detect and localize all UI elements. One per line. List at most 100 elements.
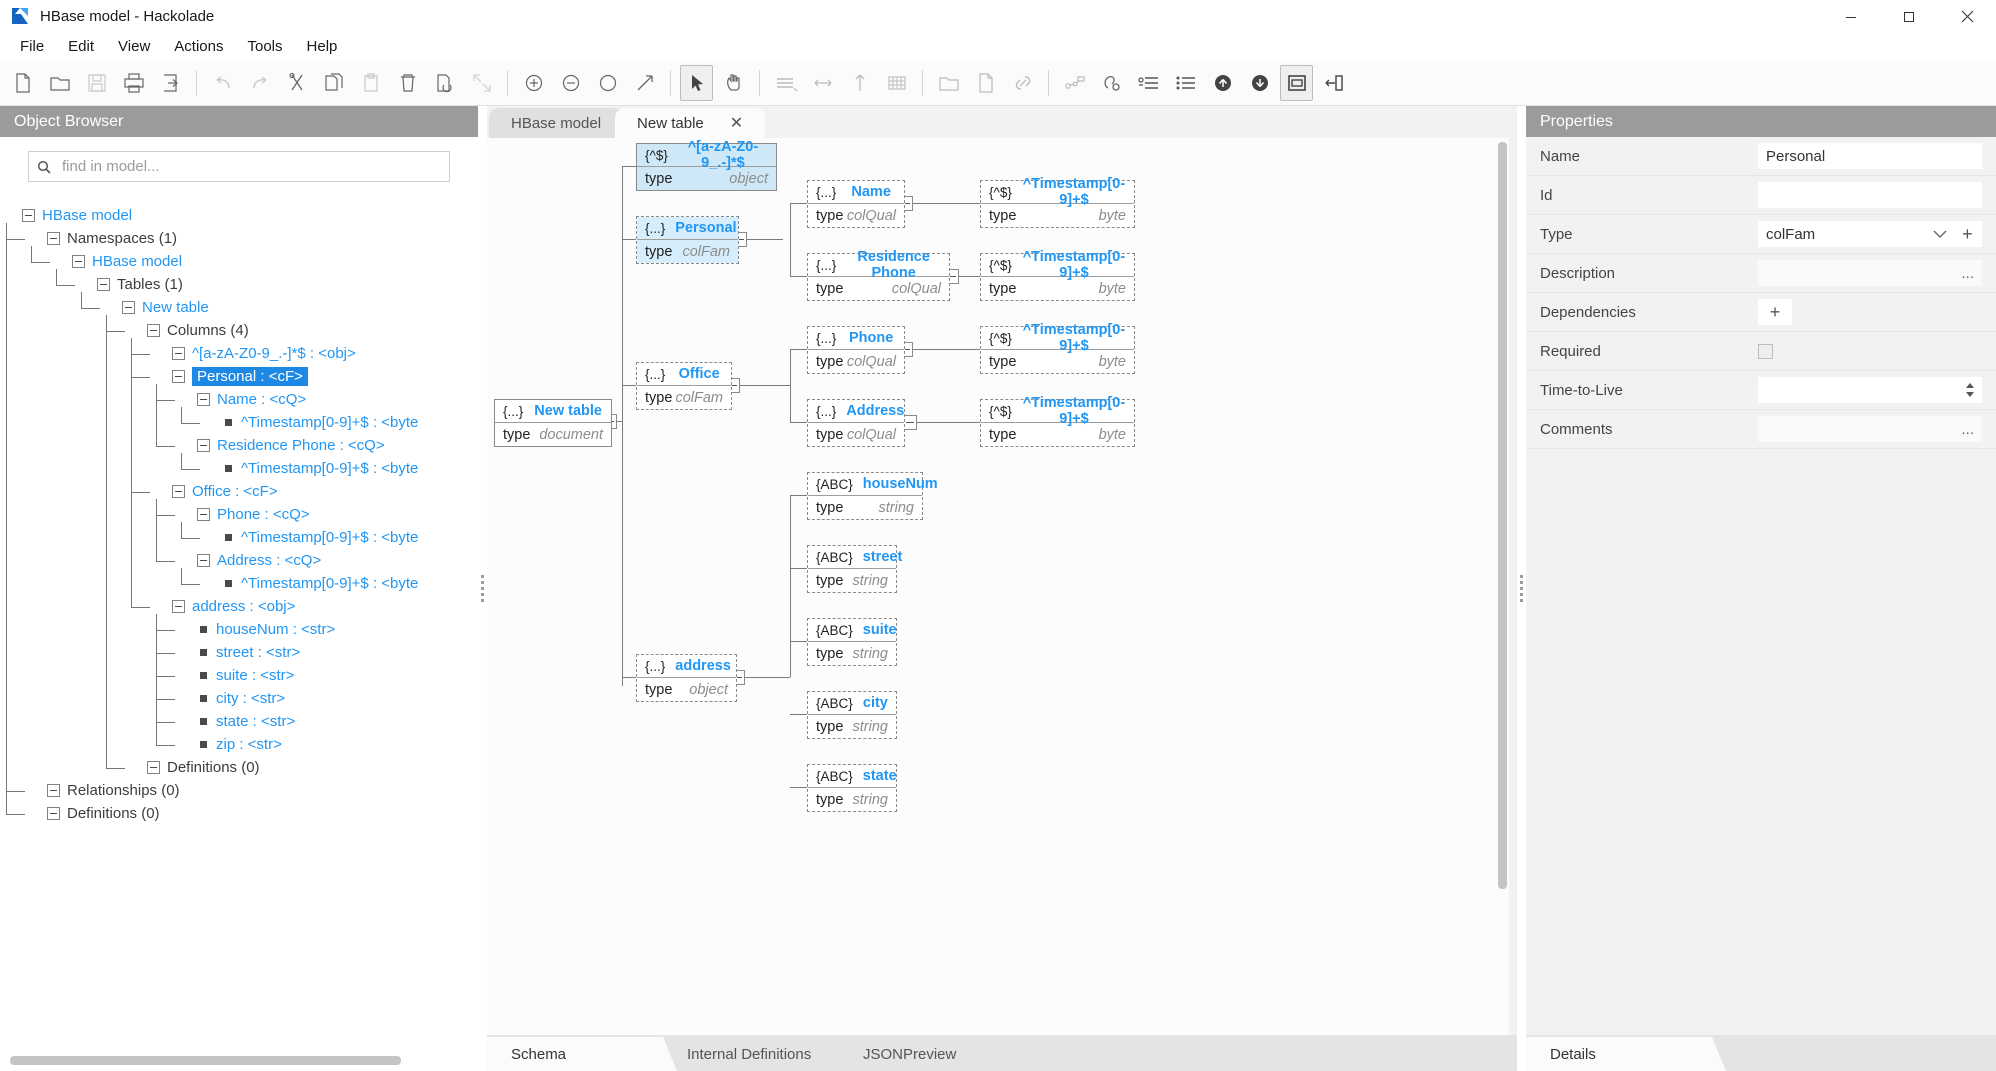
tree-expand-collapse-icon[interactable] bbox=[197, 439, 210, 452]
tree-item[interactable]: ^Timestamp[0-9]+$ : <byte bbox=[22, 572, 478, 595]
ellipsis-icon[interactable]: ... bbox=[1961, 265, 1974, 282]
tree-item[interactable]: address : <obj> bbox=[22, 595, 478, 618]
zoom-out-button[interactable] bbox=[554, 65, 587, 101]
property-dots-field[interactable]: ... bbox=[1758, 416, 1982, 442]
tree-expand-collapse-icon[interactable] bbox=[97, 278, 110, 291]
menu-view[interactable]: View bbox=[106, 35, 162, 58]
bottom-tab[interactable]: JSONPreview bbox=[839, 1037, 1029, 1071]
tree-expand-collapse-icon[interactable] bbox=[22, 209, 35, 222]
expand-down-button[interactable] bbox=[1243, 65, 1276, 101]
zoom-expand-button[interactable] bbox=[628, 65, 661, 101]
tree-expand-collapse-icon[interactable] bbox=[147, 324, 160, 337]
tree-item[interactable]: city : <str> bbox=[22, 687, 478, 710]
zoom-in-button[interactable] bbox=[517, 65, 550, 101]
diagram-node[interactable]: {ABC} houseNum type string bbox=[807, 472, 938, 520]
add-type-button[interactable]: + bbox=[1952, 221, 1982, 247]
delete-button[interactable] bbox=[391, 65, 424, 101]
property-number-input[interactable] bbox=[1758, 377, 1982, 403]
tree-item[interactable]: Columns (4) bbox=[22, 319, 478, 342]
property-text-input[interactable] bbox=[1758, 143, 1982, 169]
diagram-node[interactable]: {...} address type object bbox=[636, 654, 737, 702]
diagram-node[interactable]: {ABC} street type string bbox=[807, 545, 902, 593]
print-button[interactable] bbox=[117, 65, 150, 101]
graph-node-button[interactable] bbox=[1058, 65, 1091, 101]
new-document-button[interactable] bbox=[969, 65, 1002, 101]
tree-expand-collapse-icon[interactable] bbox=[197, 554, 210, 567]
tree-item[interactable]: Name : <cQ> bbox=[22, 388, 478, 411]
tree-item[interactable]: ^Timestamp[0-9]+$ : <byte bbox=[22, 411, 478, 434]
link-button[interactable] bbox=[1006, 65, 1039, 101]
tree-item[interactable]: zip : <str> bbox=[22, 733, 478, 756]
tree-expand-collapse-icon[interactable] bbox=[197, 393, 210, 406]
bottom-tab[interactable]: Internal Definitions bbox=[663, 1037, 853, 1071]
tree-item[interactable]: Tables (1) bbox=[22, 273, 478, 296]
open-folder-button[interactable] bbox=[43, 65, 76, 101]
property-select[interactable]: colFam bbox=[1758, 221, 1953, 247]
tree-expand-collapse-icon[interactable] bbox=[147, 761, 160, 774]
tree-item[interactable]: houseNum : <str> bbox=[22, 618, 478, 641]
menu-file[interactable]: File bbox=[8, 35, 56, 58]
hscroll-thumb[interactable] bbox=[10, 1056, 401, 1065]
tree-item[interactable]: Office : <cF> bbox=[22, 480, 478, 503]
tree-item[interactable]: Personal : <cF> bbox=[22, 365, 478, 388]
diagram-node[interactable]: {...} Residence Phone type colQual bbox=[807, 249, 950, 301]
diagram-node[interactable]: {...} Office type colFam bbox=[636, 362, 732, 410]
tree-expand-collapse-icon[interactable] bbox=[172, 485, 185, 498]
close-icon[interactable]: ✕ bbox=[730, 113, 743, 133]
tree-item[interactable]: state : <str> bbox=[22, 710, 478, 733]
diagram-node[interactable]: {...} Address type colQual bbox=[807, 399, 905, 447]
tree-expand-collapse-icon[interactable] bbox=[122, 301, 135, 314]
tree-item[interactable]: HBase model bbox=[22, 250, 478, 273]
tree-expand-collapse-icon[interactable] bbox=[197, 508, 210, 521]
grid-button[interactable] bbox=[880, 65, 913, 101]
tree-item[interactable]: suite : <str> bbox=[22, 664, 478, 687]
spinner-arrows-icon[interactable] bbox=[1964, 382, 1976, 398]
object-browser-hscrollbar[interactable] bbox=[10, 1056, 454, 1065]
tree-item[interactable]: Definitions (0) bbox=[22, 756, 478, 779]
tree-item[interactable]: Address : <cQ> bbox=[22, 549, 478, 572]
align-lines-button[interactable] bbox=[769, 65, 802, 101]
document-tab[interactable]: New table ✕ bbox=[615, 108, 766, 138]
menu-actions[interactable]: Actions bbox=[162, 35, 235, 58]
ellipsis-icon[interactable]: ... bbox=[1961, 421, 1974, 438]
copy-button[interactable] bbox=[317, 65, 350, 101]
search-input[interactable] bbox=[60, 157, 441, 176]
tree-item[interactable]: HBase model bbox=[22, 204, 478, 227]
tree-item[interactable]: Namespaces (1) bbox=[22, 227, 478, 250]
tree-item[interactable]: Phone : <cQ> bbox=[22, 503, 478, 526]
diagram-canvas-wrap[interactable]: {...} New table type document {^$} ^[a-zA-Z0-… bbox=[487, 138, 1509, 1035]
new-folder-button[interactable] bbox=[932, 65, 965, 101]
tree-expand-collapse-icon[interactable] bbox=[172, 600, 185, 613]
right-splitter[interactable] bbox=[1517, 106, 1526, 1071]
tree-expand-collapse-icon[interactable] bbox=[72, 255, 85, 268]
add-dependency-button[interactable]: + bbox=[1758, 299, 1792, 325]
tree-item[interactable]: Definitions (0) bbox=[22, 802, 478, 825]
export-button[interactable] bbox=[154, 65, 187, 101]
undo-button[interactable] bbox=[206, 65, 239, 101]
maximize-button[interactable] bbox=[1880, 0, 1938, 33]
diagram-node[interactable]: {...} Personal type colFam bbox=[636, 216, 739, 264]
menu-help[interactable]: Help bbox=[295, 35, 350, 58]
user-node-button[interactable] bbox=[1095, 65, 1128, 101]
tree-expand-collapse-icon[interactable] bbox=[47, 232, 60, 245]
chevron-down-icon[interactable] bbox=[1933, 226, 1947, 243]
redo-button[interactable] bbox=[243, 65, 276, 101]
paste-button[interactable] bbox=[354, 65, 387, 101]
diagram-node[interactable]: {^$} ^Timestamp[0-9]+$ type byte bbox=[980, 249, 1135, 301]
property-dots-field[interactable]: ... bbox=[1758, 260, 1982, 286]
cut-button[interactable] bbox=[280, 65, 313, 101]
diagram-node[interactable]: {...} New table type document bbox=[494, 399, 612, 447]
vertical-up-button[interactable] bbox=[843, 65, 876, 101]
close-button[interactable] bbox=[1938, 0, 1996, 33]
diagram-node[interactable]: {...} Phone type colQual bbox=[807, 326, 905, 374]
tree-item[interactable]: street : <str> bbox=[22, 641, 478, 664]
fit-screen-button[interactable] bbox=[465, 65, 498, 101]
bottom-tab[interactable]: Schema bbox=[487, 1037, 677, 1071]
horizontal-resize-button[interactable] bbox=[806, 65, 839, 101]
tree-item[interactable]: Relationships (0) bbox=[22, 779, 478, 802]
paste-special-button[interactable] bbox=[428, 65, 461, 101]
left-splitter[interactable] bbox=[478, 106, 487, 1071]
diagram-node[interactable]: {...} Name type colQual bbox=[807, 180, 905, 228]
pan-hand-button[interactable] bbox=[717, 65, 750, 101]
diagram-canvas[interactable]: {...} New table type document {^$} ^[a-zA-Z0-… bbox=[487, 138, 1509, 1035]
